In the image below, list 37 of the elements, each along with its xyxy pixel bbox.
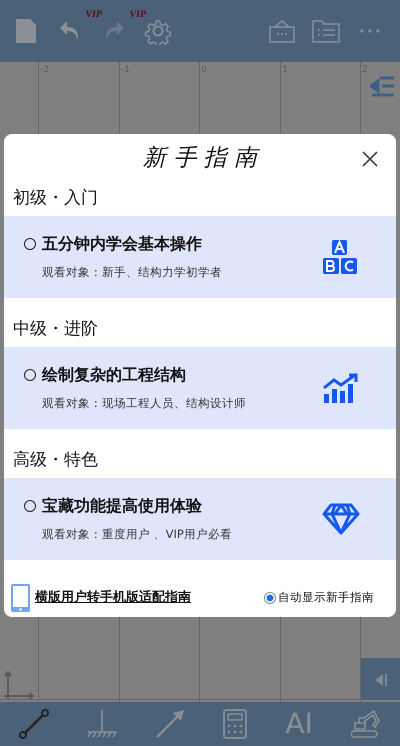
diamond-icon [322, 503, 360, 535]
collapse-icon [370, 76, 394, 98]
radio-button[interactable] [24, 369, 36, 382]
audience-text: 观看对象：新手、结构力学初学者 [42, 264, 223, 282]
expand-panel-button[interactable] [361, 658, 400, 700]
section-heading: 初级・入门 [12, 187, 99, 210]
guide-card[interactable]: 五分钟内学会基本操作 观看对象：新手、结构力学初学者 [4, 216, 396, 298]
expand-icon [374, 672, 388, 687]
guide-card[interactable]: 宝藏功能提高使用体验 观看对象：重度用户 、VIP用户必看 [4, 478, 396, 560]
support-icon [87, 709, 118, 739]
more-icon [359, 28, 381, 34]
excavator-icon [350, 709, 381, 739]
vip-label: VIP [129, 8, 146, 22]
vip-label: VIP [85, 8, 102, 22]
audience-text: 观看对象：重度用户 、VIP用户必看 [42, 526, 233, 544]
radio-button[interactable] [24, 500, 36, 512]
calculator-icon [223, 709, 248, 739]
letter-blocks-icon [320, 239, 360, 275]
folder-icon [312, 19, 340, 43]
collapse-panel-button[interactable] [370, 74, 394, 98]
guide-card[interactable]: 绘制复杂的工程结构 观看对象：现场工程人员、结构设计师 [4, 347, 396, 429]
file-icon [15, 18, 37, 44]
guide-title: 绘制复杂的工程结构 [42, 364, 186, 386]
load-icon [155, 709, 186, 739]
guide-title: 五分钟内学会基本操作 [42, 233, 202, 256]
radio-button[interactable] [24, 238, 36, 250]
audience-text: 观看对象：现场工程人员、结构设计师 [42, 395, 247, 412]
auto-show-option[interactable]: 自动显示新手指南 [264, 589, 374, 607]
member-icon [19, 709, 50, 739]
close-icon [362, 150, 378, 167]
growth-chart-icon [322, 372, 360, 404]
inbox-icon [269, 19, 295, 43]
tablet-icon [10, 583, 31, 613]
guide-link[interactable]: 横版用户转手机版适配指南 [35, 588, 191, 608]
section-heading: 高级・特色 [12, 449, 99, 472]
section-heading: 中级・进阶 [12, 318, 99, 342]
guide-title: 宝藏功能提高使用体验 [42, 495, 202, 518]
